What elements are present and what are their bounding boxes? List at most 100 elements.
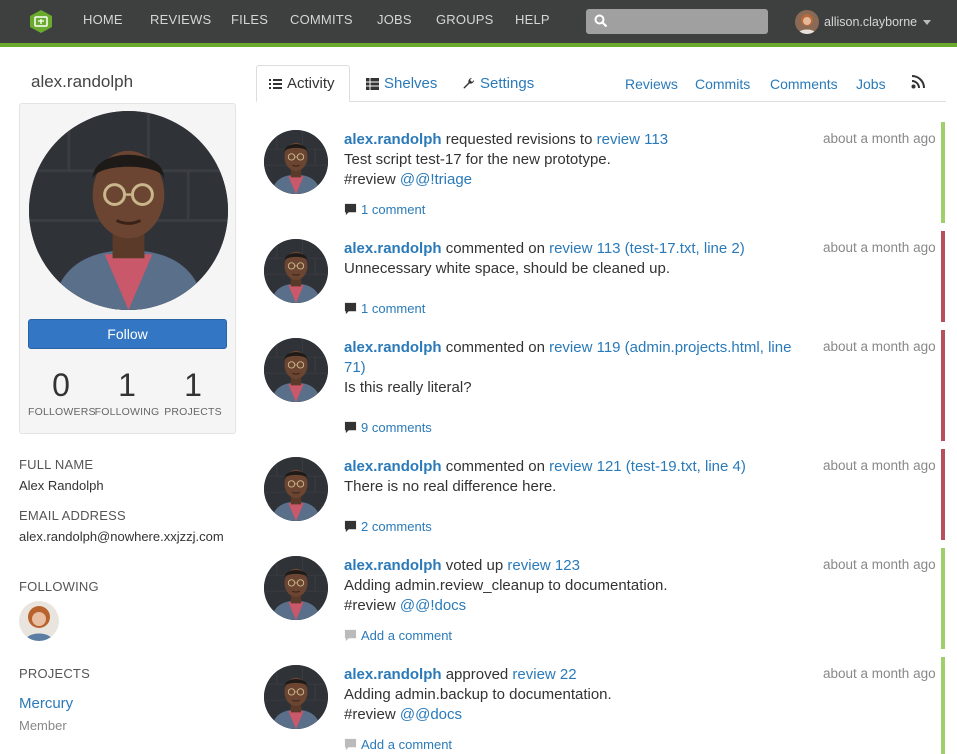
- following-stat[interactable]: 1 FOLLOWING: [94, 368, 160, 418]
- activity-action: commented on: [441, 240, 550, 257]
- add-comment-link[interactable]: Add a comment: [344, 737, 452, 752]
- filter-reviews[interactable]: Reviews: [625, 76, 678, 92]
- activity-time: about a month ago: [823, 240, 936, 255]
- nav-reviews[interactable]: REVIEWS: [150, 12, 211, 27]
- status-bar: [941, 231, 945, 322]
- project-link-mercury[interactable]: Mercury: [19, 695, 73, 712]
- activity-tag-link[interactable]: @@docs: [400, 706, 462, 723]
- project-role: Member: [19, 718, 67, 733]
- followers-count: 0: [52, 367, 70, 403]
- activity-target-link[interactable]: review 113 (test-17.txt, line 2): [549, 240, 745, 257]
- activity-user-link[interactable]: alex.randolph: [344, 131, 442, 148]
- comments-count: 1 comment: [361, 202, 426, 217]
- activity-comments-link[interactable]: 9 comments: [344, 420, 432, 435]
- filter-jobs[interactable]: Jobs: [856, 76, 886, 92]
- activity-text: Adding admin.review_cleanup to documenta…: [344, 577, 668, 594]
- nav-groups[interactable]: GROUPS: [436, 12, 494, 27]
- comment-icon: [344, 738, 357, 751]
- activity-time: about a month ago: [823, 131, 936, 146]
- profile-card: Follow 0 FOLLOWERS 1 FOLLOWING 1 PROJECT…: [19, 103, 236, 434]
- rss-icon[interactable]: [911, 75, 925, 89]
- add-comment-link[interactable]: Add a comment: [344, 628, 452, 643]
- activity-item: alex.randolph voted up review 123 Adding…: [256, 548, 946, 649]
- activity-tag-link[interactable]: @@!docs: [400, 597, 466, 614]
- tab-activity-label: Activity: [287, 75, 335, 92]
- activity-item: alex.randolph requested revisions to rev…: [256, 122, 946, 223]
- comment-icon: [344, 629, 357, 642]
- search-box[interactable]: [586, 9, 768, 34]
- nav-jobs[interactable]: JOBS: [377, 12, 412, 27]
- status-bar: [941, 330, 945, 441]
- search-input[interactable]: [612, 9, 762, 34]
- user-avatar: [795, 10, 819, 34]
- tab-shelves-label: Shelves: [384, 75, 438, 92]
- follow-button[interactable]: Follow: [28, 319, 227, 349]
- activity-user-link[interactable]: alex.randolph: [344, 339, 442, 356]
- activity-target-link[interactable]: review 113: [597, 131, 668, 148]
- activity-target-link[interactable]: review 123: [507, 557, 580, 574]
- activity-text: There is no real difference here.: [344, 478, 557, 495]
- following-heading: FOLLOWING: [19, 579, 99, 594]
- activity-item: alex.randolph commented on review 113 (t…: [256, 231, 946, 322]
- status-bar: [941, 548, 945, 649]
- activity-tag-link[interactable]: @@!triage: [400, 171, 472, 188]
- activity-comments-link[interactable]: 2 comments: [344, 519, 432, 534]
- activity-action: approved: [441, 666, 513, 683]
- activity-avatar[interactable]: [264, 665, 328, 729]
- activity-target-link[interactable]: review 121 (test-19.txt, line 4): [549, 458, 746, 475]
- activity-avatar[interactable]: [264, 338, 328, 402]
- activity-time: about a month ago: [823, 339, 936, 354]
- projects-label: PROJECTS: [164, 406, 222, 418]
- activity-avatar[interactable]: [264, 556, 328, 620]
- full-name-value: Alex Randolph: [19, 478, 104, 493]
- activity-avatar[interactable]: [264, 239, 328, 303]
- nav-files[interactable]: FILES: [231, 12, 268, 27]
- activity-text: Unnecessary white space, should be clean…: [344, 260, 671, 277]
- activity-tag-prefix: #review: [344, 706, 400, 723]
- activity-avatar[interactable]: [264, 130, 328, 194]
- nav-help[interactable]: HELP: [515, 12, 550, 27]
- email-value: alex.randolph@nowhere.xxjzzj.com: [19, 529, 224, 544]
- activity-body: alex.randolph commented on review 119 (a…: [344, 338, 814, 398]
- activity-action: commented on: [441, 339, 550, 356]
- activity-text: Test script test-17 for the new prototyp…: [344, 151, 611, 168]
- user-menu[interactable]: allison.clayborne: [795, 9, 932, 35]
- activity-text: Adding admin.backup to documentation.: [344, 686, 612, 703]
- activity-target-link[interactable]: review 22: [512, 666, 576, 683]
- followers-label: FOLLOWERS: [28, 406, 96, 418]
- filter-commits[interactable]: Commits: [695, 76, 750, 92]
- activity-avatar[interactable]: [264, 457, 328, 521]
- activity-time: about a month ago: [823, 666, 936, 681]
- tab-settings[interactable]: Settings: [450, 65, 546, 102]
- projects-stat[interactable]: 1 PROJECTS: [160, 368, 226, 418]
- activity-action: requested revisions to: [441, 131, 597, 148]
- projects-count: 1: [184, 367, 202, 403]
- filter-comments[interactable]: Comments: [770, 76, 838, 92]
- followers-stat[interactable]: 0 FOLLOWERS: [28, 367, 96, 418]
- tab-activity[interactable]: Activity: [256, 65, 350, 102]
- activity-user-link[interactable]: alex.randolph: [344, 240, 442, 257]
- nav-home[interactable]: HOME: [83, 12, 123, 27]
- activity-comments-link[interactable]: 1 comment: [344, 202, 425, 217]
- comment-icon: [344, 203, 357, 216]
- activity-time: about a month ago: [823, 458, 936, 473]
- projects-heading: PROJECTS: [19, 666, 90, 681]
- activity-time: about a month ago: [823, 557, 936, 572]
- profile-username: alex.randolph: [31, 72, 134, 91]
- activity-user-link[interactable]: alex.randolph: [344, 557, 442, 574]
- activity-user-link[interactable]: alex.randolph: [344, 458, 442, 475]
- activity-comments-link[interactable]: 1 comment: [344, 301, 425, 316]
- comments-count: 2 comments: [361, 519, 432, 534]
- activity-user-link[interactable]: alex.randolph: [344, 666, 442, 683]
- nav-commits[interactable]: COMMITS: [290, 12, 353, 27]
- activity-body: alex.randolph voted up review 123 Adding…: [344, 556, 814, 616]
- following-user-avatar[interactable]: [19, 601, 59, 641]
- list-icon: [269, 78, 282, 89]
- swarm-logo-icon[interactable]: [29, 9, 53, 34]
- activity-item: alex.randolph commented on review 121 (t…: [256, 449, 946, 540]
- following-count: 1: [118, 367, 136, 403]
- activity-tag-prefix: #review: [344, 171, 400, 188]
- activity-body: alex.randolph approved review 22 Adding …: [344, 665, 814, 725]
- chevron-down-icon: [923, 19, 932, 25]
- tab-shelves[interactable]: Shelves: [354, 65, 449, 102]
